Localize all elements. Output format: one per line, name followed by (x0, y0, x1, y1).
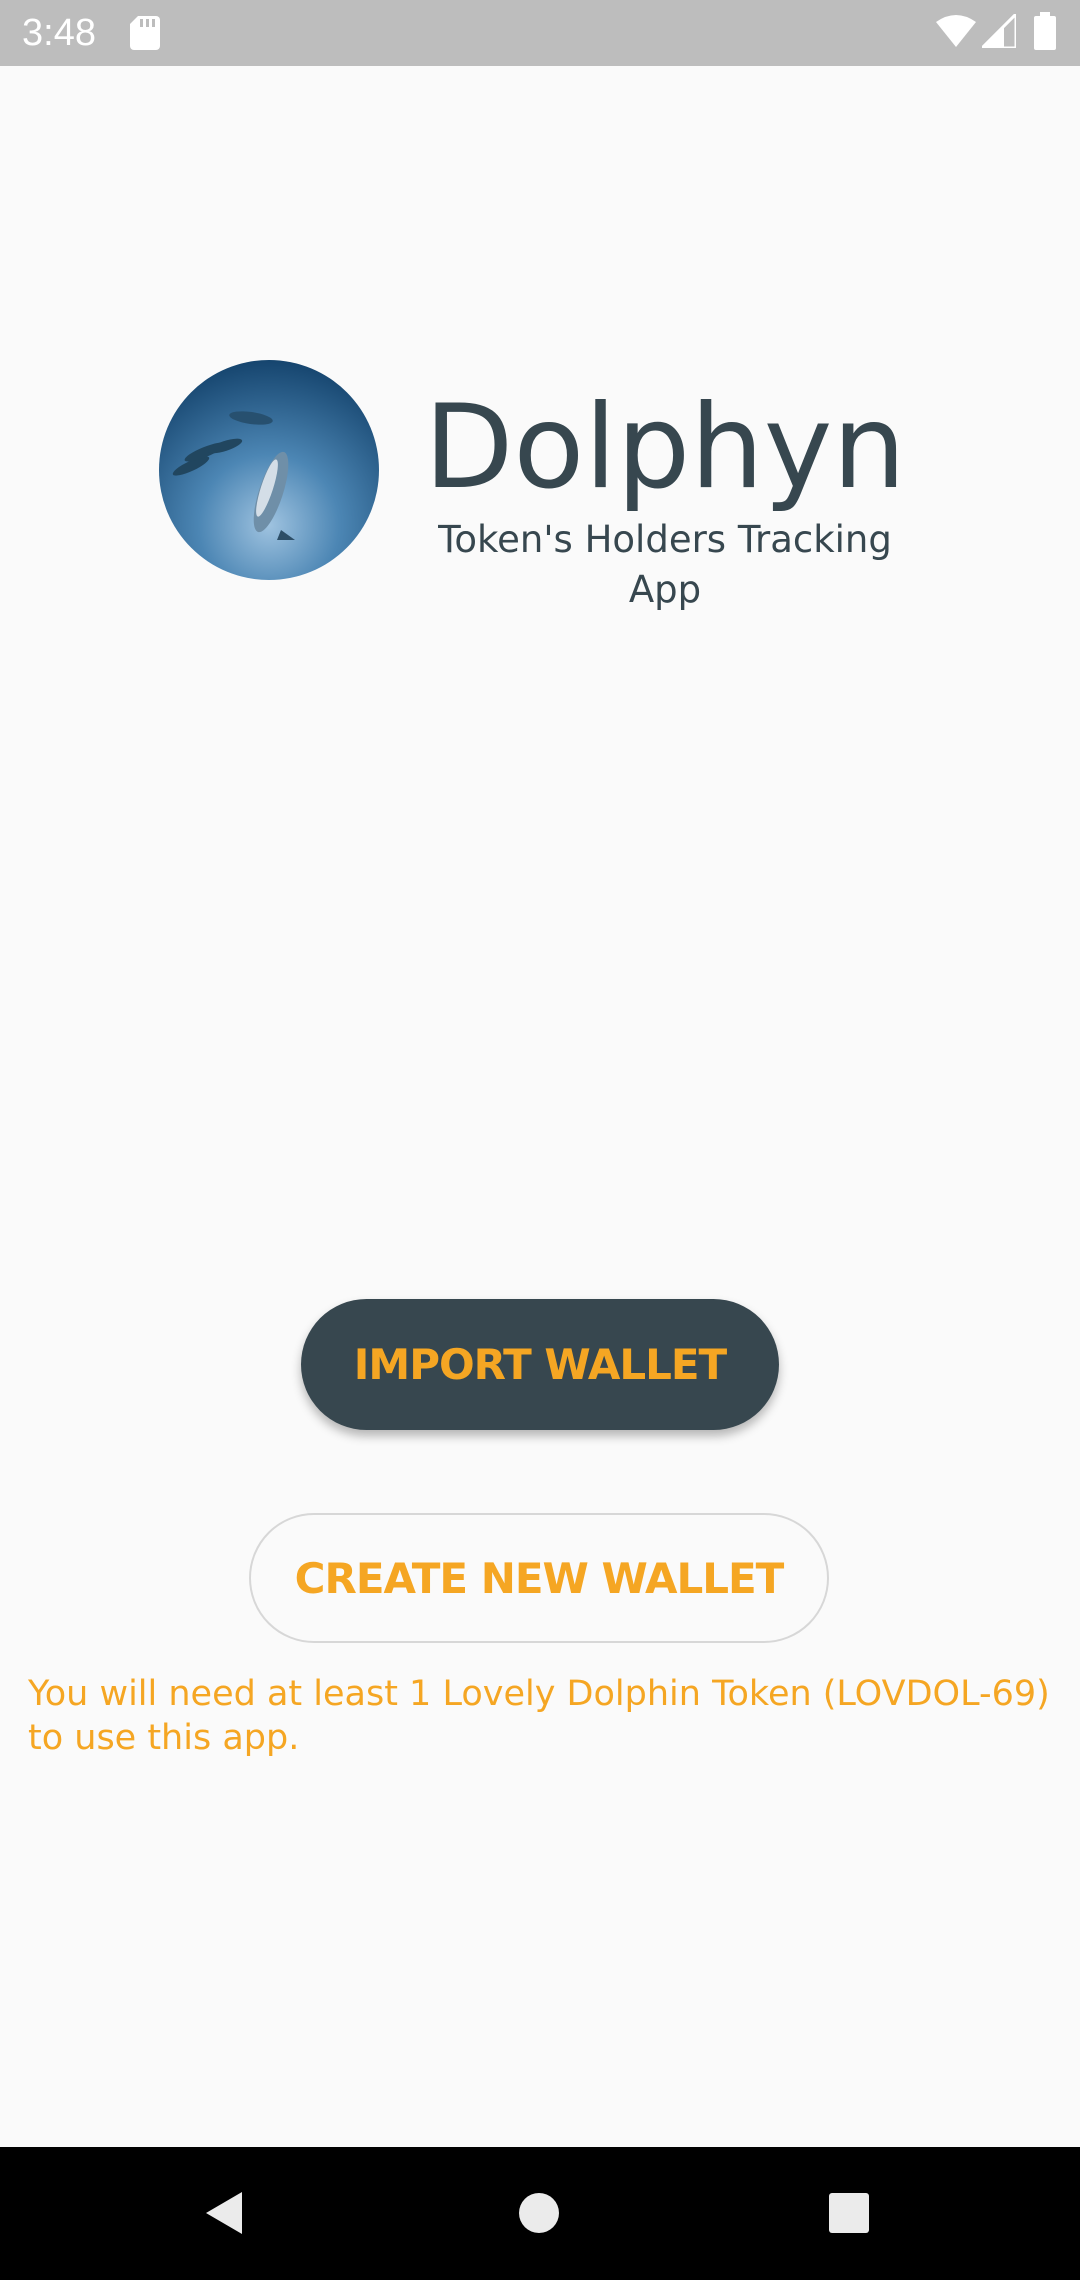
app-title: Dolphyn (424, 380, 906, 515)
wifi-icon (936, 15, 976, 47)
signal-icon (982, 14, 1016, 48)
battery-icon (1034, 12, 1056, 50)
sd-card-icon (130, 16, 160, 50)
token-requirement-notice: You will need at least 1 Lovely Dolphin … (28, 1674, 1050, 1758)
home-icon[interactable] (518, 2192, 560, 2234)
import-wallet-button[interactable]: IMPORT WALLET (301, 1299, 779, 1430)
dolphin-logo-image (159, 360, 379, 580)
import-wallet-label: IMPORT WALLET (353, 1340, 727, 1389)
back-icon[interactable] (202, 2190, 248, 2236)
status-time: 3:48 (22, 12, 96, 54)
create-new-wallet-button[interactable]: CREATE NEW WALLET (249, 1513, 829, 1643)
status-bar: 3:48 (0, 0, 1080, 66)
app-subtitle: Token's Holders Tracking App (438, 518, 892, 611)
recents-icon[interactable] (828, 2192, 870, 2234)
create-new-wallet-label: CREATE NEW WALLET (294, 1553, 785, 1603)
